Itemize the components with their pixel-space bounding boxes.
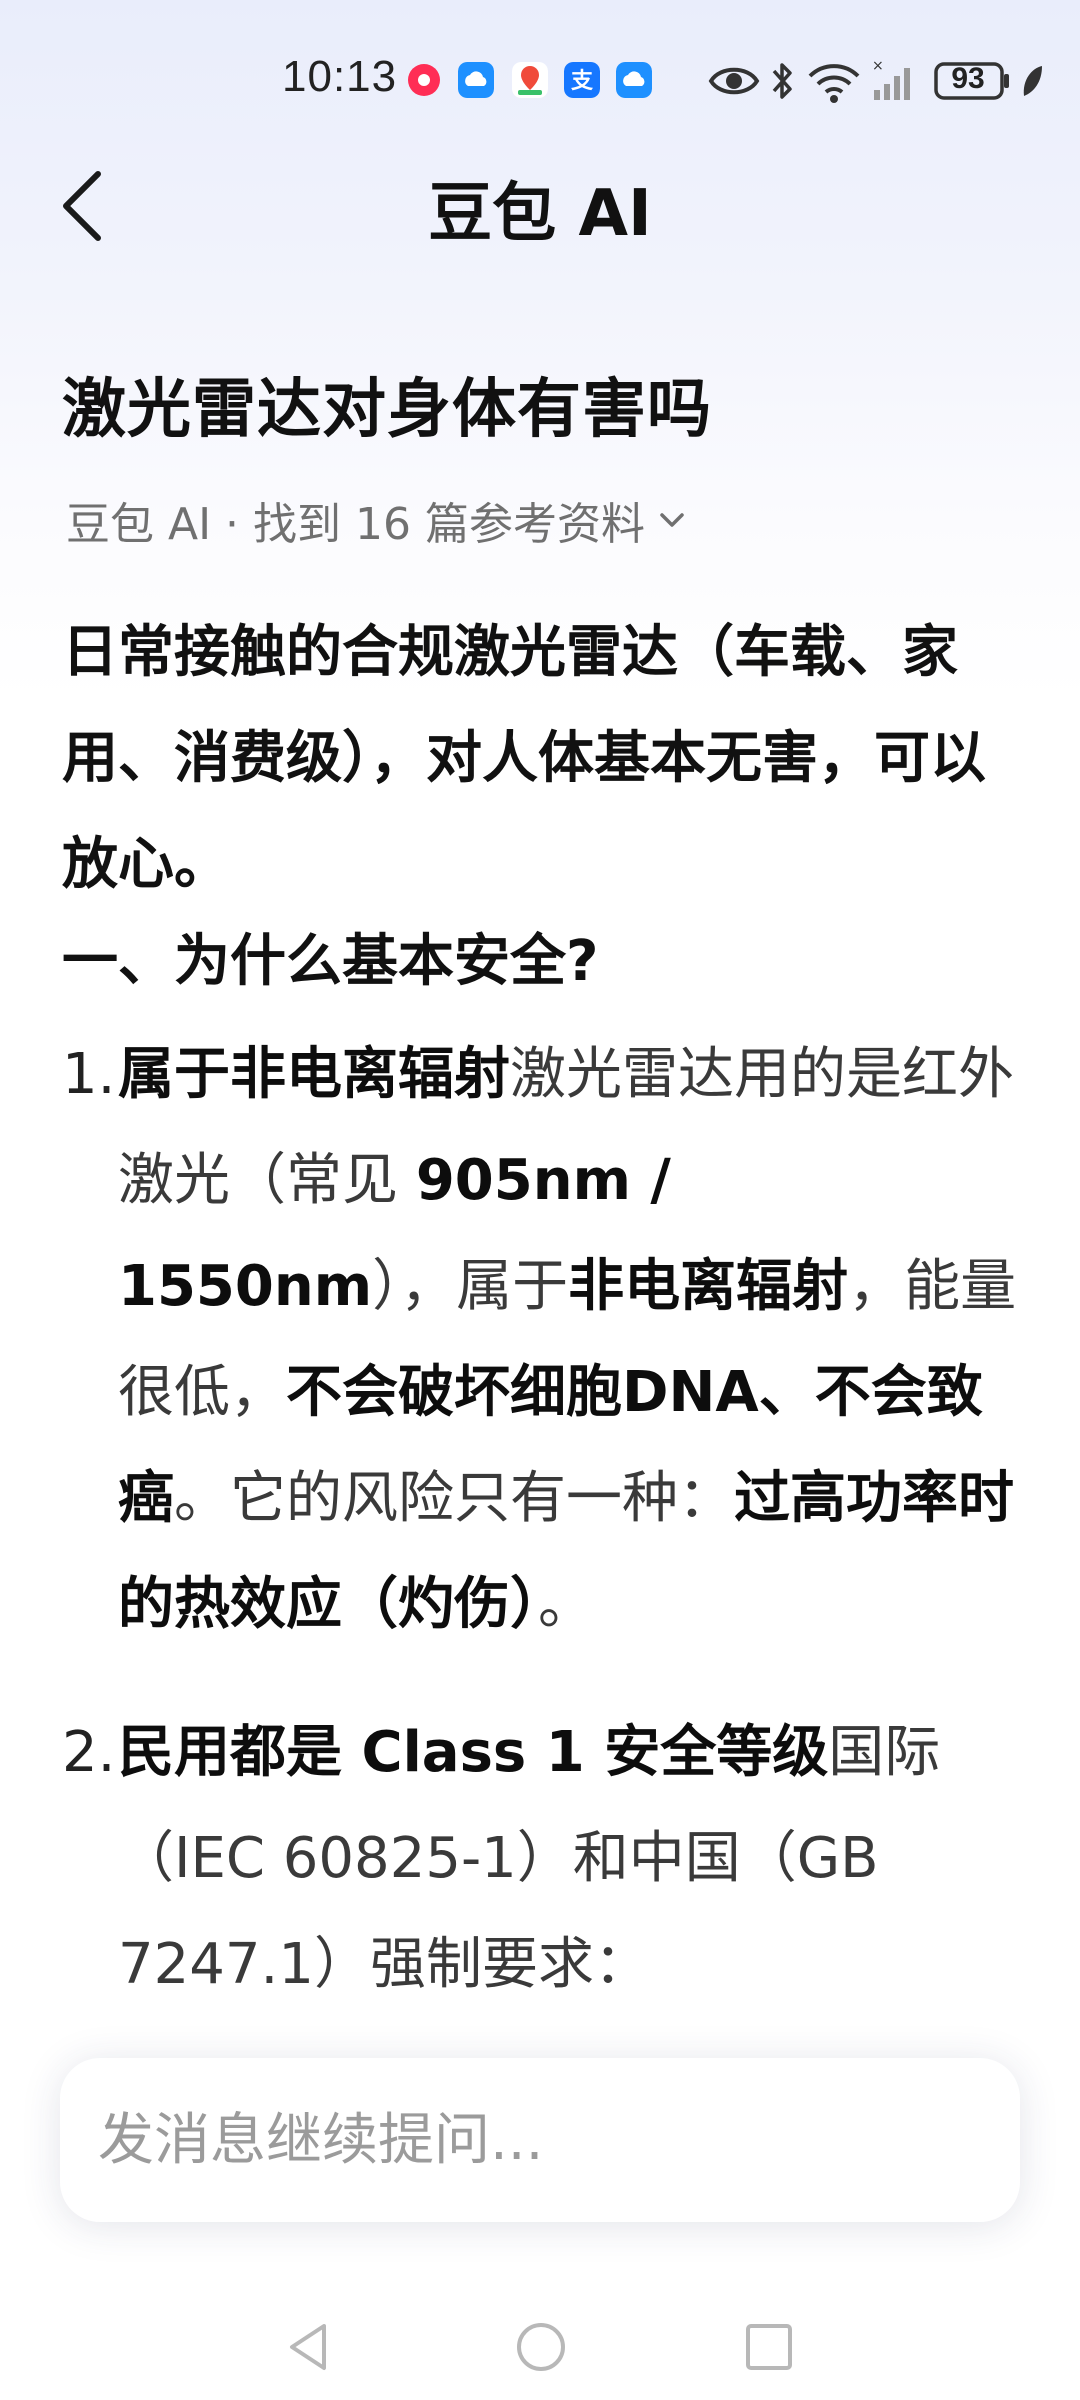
home-nav-icon[interactable] [506,2312,576,2382]
bluetooth-icon [772,63,792,99]
item-segment: 非电离辐射 [568,1254,849,1319]
user-question: 激光雷达对身体有害吗 [62,373,712,447]
answer-summary: 日常接触的合规激光雷达（车载、家用、消费级），对人体基本无害，可以放心。 [62,620,986,897]
reference-sources-label: 豆包 AI · 找到 16 篇参考资料 [66,499,645,550]
back-nav-icon[interactable] [274,2312,344,2382]
alipay-app-icon: 支 [564,62,600,98]
red-app-icon [408,64,440,96]
cloud-app-icon [458,62,494,98]
item-segment: 。 [538,1572,594,1637]
list-item-number: 1. [62,1042,116,1107]
eye-icon [708,67,760,95]
svg-text:×: × [872,58,884,74]
cloud-app-icon [616,62,652,98]
item-segment: 属于非电离辐射 [118,1042,510,1107]
reference-sources-toggle[interactable]: 豆包 AI · 找到 16 篇参考资料 [66,488,689,552]
message-input-container[interactable] [60,2058,1020,2222]
message-input[interactable] [98,2058,978,2222]
item-segment: ），属于 [372,1254,569,1319]
list-item: 1. 属于非电离辐射激光雷达用的是红外激光（常见 905nm / 1550nm）… [62,1022,1022,1658]
system-navbar [0,2290,1080,2400]
list-item: 2. 民用都是 Class 1 安全等级国际（IEC 60825-1）和中国（G… [62,1700,1022,2018]
status-bar: 10:13 支 × 93 [0,40,1080,120]
battery-level: 93 [951,62,985,95]
status-time: 10:13 [282,52,398,101]
signal-icon: × [872,58,910,100]
list-item-number: 2. [62,1720,116,1785]
svg-text:支: 支 [571,69,594,94]
wifi-icon [808,64,860,103]
list-item-body: 民用都是 Class 1 安全等级国际（IEC 60825-1）和中国（GB 7… [118,1700,1022,2018]
map-pin-app-icon [512,62,548,98]
item-segment: 。它的风险只有一种： [174,1466,734,1531]
section-heading: 一、为什么基本安全? [62,929,599,994]
chevron-down-icon [660,513,684,527]
list-item-body: 属于非电离辐射激光雷达用的是红外激光（常见 905nm / 1550nm），属于… [118,1022,1022,1658]
leaf-icon [1023,66,1042,96]
item-segment: 民用都是 Class 1 安全等级 [118,1720,829,1785]
recents-nav-icon[interactable] [734,2312,804,2382]
page-title: 豆包 AI [428,177,652,251]
